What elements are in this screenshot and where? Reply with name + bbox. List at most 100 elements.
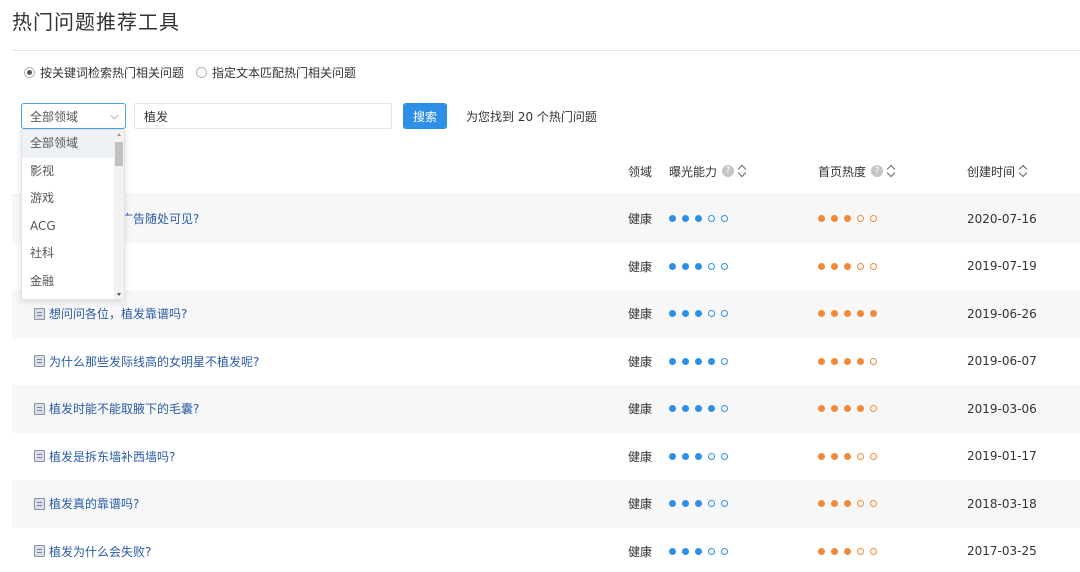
empty-dot-icon: [708, 310, 715, 318]
empty-dot-icon: [721, 405, 728, 413]
dropdown-option[interactable]: 游戏: [22, 185, 114, 213]
domain-cell: 健康: [628, 259, 653, 274]
filled-dot-icon: [695, 452, 702, 460]
table-row: 植发是拆东墙补西墙吗? 健康 2019-01-17: [12, 432, 1080, 480]
exposure-rating: [669, 405, 734, 413]
date-cell: 2019-01-17: [967, 449, 1037, 464]
sort-icon[interactable]: [887, 165, 895, 177]
exposure-cell: [669, 310, 818, 318]
question-cell: 为什么那些发际线高的女明星不植发呢?: [12, 353, 616, 370]
help-icon[interactable]: ?: [722, 165, 735, 177]
scrollbar-thumb[interactable]: [115, 142, 123, 166]
filled-dot-icon: [818, 547, 825, 555]
filled-dot-icon: [695, 357, 702, 365]
empty-dot-icon: [721, 452, 728, 460]
date-cell: 2019-03-06: [967, 401, 1037, 416]
filled-dot-icon: [682, 500, 689, 508]
exposure-rating: [669, 357, 734, 365]
sort-icon[interactable]: [1019, 165, 1027, 177]
question-link[interactable]: 植发是拆东墙补西墙吗?: [49, 448, 175, 465]
heat-cell: [818, 215, 967, 223]
empty-dot-icon: [857, 452, 864, 460]
header-heat[interactable]: 首页热度 ?: [818, 163, 967, 180]
filled-dot-icon: [857, 310, 864, 318]
table-row: 植发时能不能取腋下的毛囊? 健康 2019-03-06: [12, 385, 1080, 433]
empty-dot-icon: [721, 547, 728, 555]
heat-rating: [818, 500, 883, 508]
mode-text-radio[interactable]: 指定文本匹配热门相关问题: [196, 64, 356, 81]
heat-cell: [818, 547, 967, 555]
dropdown-option[interactable]: 社科: [22, 240, 114, 268]
page-title: 热门问题推荐工具: [12, 10, 180, 34]
empty-dot-icon: [870, 547, 877, 555]
domain-select[interactable]: 全部领域: [21, 103, 126, 129]
document-icon: [34, 450, 45, 463]
exposure-rating: [669, 215, 734, 223]
filled-dot-icon: [818, 500, 825, 508]
exposure-rating: [669, 262, 734, 270]
question-link[interactable]: 植发时能不能取腋下的毛囊?: [49, 400, 199, 417]
search-button[interactable]: 搜索: [403, 103, 447, 129]
filled-dot-icon: [831, 215, 838, 223]
help-icon[interactable]: ?: [871, 165, 884, 177]
mode-keyword-radio[interactable]: 按关键词检索热门相关问题: [24, 64, 184, 81]
header-date[interactable]: 创建时间: [967, 163, 1080, 180]
empty-dot-icon: [870, 452, 877, 460]
empty-dot-icon: [708, 500, 715, 508]
filled-dot-icon: [669, 262, 676, 270]
question-link[interactable]: 想问问各位，植发靠谱吗?: [49, 305, 187, 322]
filled-dot-icon: [695, 215, 702, 223]
radio-unchecked-icon[interactable]: [196, 67, 208, 78]
dropdown-option[interactable]: 全部领域: [22, 130, 114, 158]
header-exposure[interactable]: 曝光能力 ?: [669, 163, 818, 180]
scroll-down-icon[interactable]: [117, 293, 121, 296]
empty-dot-icon: [857, 547, 864, 555]
empty-dot-icon: [721, 262, 728, 270]
filled-dot-icon: [695, 310, 702, 318]
domain-cell: 健康: [628, 402, 653, 417]
exposure-rating: [669, 547, 734, 555]
filled-dot-icon: [682, 452, 689, 460]
table-row: 为什么那些发际线高的女明星不植发呢? 健康 2019-06-07: [12, 337, 1080, 385]
filled-dot-icon: [844, 357, 851, 365]
question-link[interactable]: 植发真的靠谱吗?: [49, 495, 139, 512]
filled-dot-icon: [669, 500, 676, 508]
dropdown-option[interactable]: ACG: [22, 213, 114, 241]
heat-rating: [818, 357, 883, 365]
dropdown-option[interactable]: 影视: [22, 158, 114, 186]
result-count: 为您找到 20 个热门问题: [466, 110, 597, 124]
question-link[interactable]: 植发为什么会失败?: [49, 543, 151, 560]
filled-dot-icon: [708, 357, 715, 365]
question-cell: 植发真的靠谱吗?: [12, 495, 616, 512]
table-row: 想问问各位，植发靠谱吗? 健康 2019-06-26: [12, 290, 1080, 338]
dropdown-scrollbar[interactable]: [114, 130, 124, 299]
filled-dot-icon: [844, 405, 851, 413]
heat-cell: [818, 405, 967, 413]
heat-cell: [818, 452, 967, 460]
header-date-label: 创建时间: [967, 164, 1016, 179]
scroll-up-icon[interactable]: [117, 133, 121, 136]
filled-dot-icon: [818, 262, 825, 270]
filled-dot-icon: [695, 500, 702, 508]
heat-rating: [818, 547, 883, 555]
table-body: 圳的脱发植发广告随处可见?健康2020-07-16选择植发?健康2019-07-…: [12, 195, 1080, 572]
dropdown-option[interactable]: 金融: [22, 268, 114, 296]
filled-dot-icon: [831, 310, 838, 318]
empty-dot-icon: [708, 452, 715, 460]
empty-dot-icon: [870, 262, 877, 270]
filled-dot-icon: [844, 310, 851, 318]
filled-dot-icon: [844, 547, 851, 555]
search-input[interactable]: [134, 103, 392, 129]
filled-dot-icon: [682, 357, 689, 365]
mode-keyword-label: 按关键词检索热门相关问题: [40, 66, 185, 80]
radio-checked-icon[interactable]: [24, 67, 35, 78]
heat-rating: [818, 405, 883, 413]
header-exposure-label: 曝光能力: [669, 164, 718, 179]
dropdown-options: 全部领域 影视 游戏 ACG 社科 金融: [22, 130, 124, 295]
sort-icon[interactable]: [738, 165, 746, 177]
filled-dot-icon: [844, 452, 851, 460]
heat-cell: [818, 262, 967, 270]
question-link[interactable]: 为什么那些发际线高的女明星不植发呢?: [49, 353, 259, 370]
exposure-cell: [669, 262, 818, 270]
filled-dot-icon: [695, 547, 702, 555]
